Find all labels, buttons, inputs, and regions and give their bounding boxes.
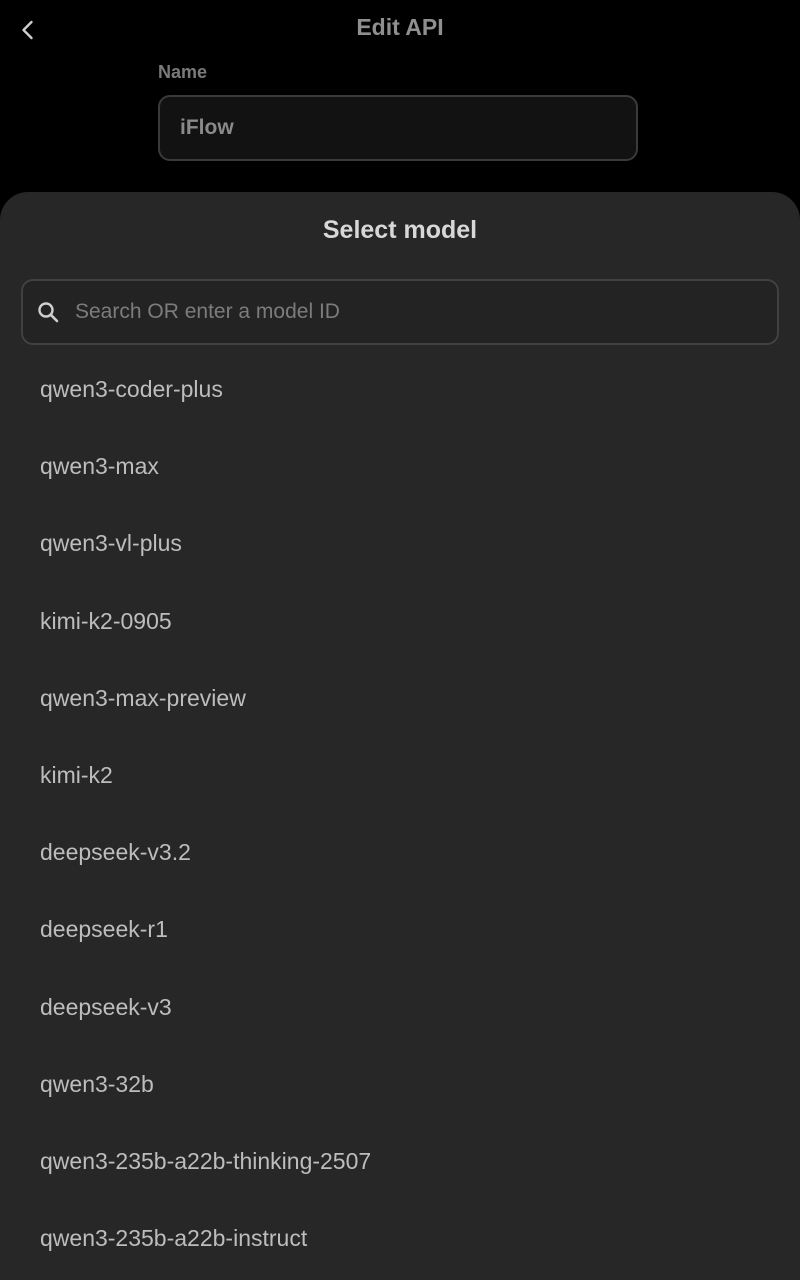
search-box[interactable] xyxy=(21,279,779,345)
name-label: Name xyxy=(158,62,208,82)
select-model-sheet: Select model qwen3-coder-plus qwen3-max … xyxy=(0,192,800,1280)
model-item-qwen3-32b[interactable]: qwen3-32b xyxy=(0,1046,800,1123)
model-item-qwen3-max-preview[interactable]: qwen3-max-preview xyxy=(0,660,800,737)
model-item-kimi-k2-0905[interactable]: kimi-k2-0905 xyxy=(0,583,800,660)
model-item-qwen3-vl-plus[interactable]: qwen3-vl-plus xyxy=(0,505,800,582)
name-field[interactable]: iFlow xyxy=(158,95,638,161)
search-input[interactable] xyxy=(73,291,777,333)
search-icon xyxy=(35,299,61,325)
model-item-qwen3-235b-a22b-instruct[interactable]: qwen3-235b-a22b-instruct xyxy=(0,1200,800,1277)
model-item-deepseek-v3[interactable]: deepseek-v3 xyxy=(0,969,800,1046)
sheet-title: Select model xyxy=(322,216,478,244)
model-item-deepseek-r1[interactable]: deepseek-r1 xyxy=(0,891,800,968)
model-item-qwen3-235b-a22b-thinking-2507[interactable]: qwen3-235b-a22b-thinking-2507 xyxy=(0,1123,800,1200)
model-item-deepseek-v3-2[interactable]: deepseek-v3.2 xyxy=(0,814,800,891)
page-title: Edit API xyxy=(356,14,444,40)
edit-api-screen: Edit API Name iFlow Select model qwen3-c… xyxy=(0,0,800,1280)
model-item-qwen3-coder-plus[interactable]: qwen3-coder-plus xyxy=(0,351,800,428)
name-field-value: iFlow xyxy=(180,116,234,139)
model-list: qwen3-coder-plus qwen3-max qwen3-vl-plus… xyxy=(0,351,800,1277)
model-item-qwen3-max[interactable]: qwen3-max xyxy=(0,428,800,505)
model-item-kimi-k2[interactable]: kimi-k2 xyxy=(0,737,800,814)
